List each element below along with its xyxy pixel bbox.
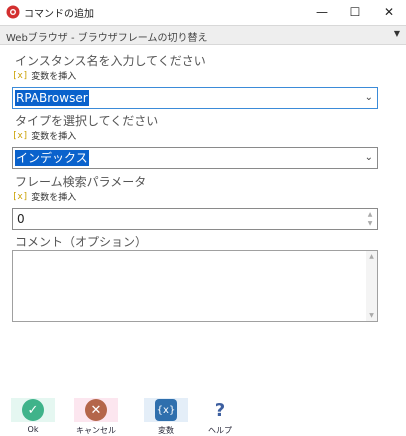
- comment-scrollbar[interactable]: ▲ ▼: [366, 251, 377, 321]
- insert-variable-link-type[interactable]: [x] 変数を挿入: [12, 129, 77, 143]
- cancel-button-highlight: ✕: [74, 398, 118, 422]
- insert-variable-link-instance[interactable]: [x] 変数を挿入: [12, 69, 77, 83]
- frame-search-label: フレーム検索パラメータ: [15, 175, 147, 189]
- cancel-button[interactable]: ✕ キャンセル: [74, 398, 118, 436]
- close-icon: ✕: [85, 399, 107, 421]
- spin-up-icon[interactable]: ▲: [365, 210, 375, 219]
- insert-variable-label: 変数を挿入: [31, 72, 77, 82]
- frame-search-value: 0: [17, 212, 25, 226]
- variable-icon: [x]: [12, 191, 29, 202]
- title-bar: コマンドの追加 — ☐ ✕: [0, 0, 406, 24]
- type-value: インデックス: [15, 150, 89, 166]
- insert-variable-label: 変数を挿入: [31, 132, 77, 142]
- frame-search-input[interactable]: 0 ▲ ▼: [12, 208, 378, 230]
- insert-variable-link-frame[interactable]: [x] 変数を挿入: [12, 190, 77, 204]
- close-button[interactable]: ✕: [373, 0, 405, 24]
- variable-icon: [x]: [12, 130, 29, 141]
- chevron-down-icon[interactable]: ⌄: [365, 92, 373, 103]
- app-logo-icon: [6, 5, 20, 19]
- minimize-button[interactable]: —: [306, 0, 338, 24]
- scroll-up-icon[interactable]: ▲: [366, 253, 377, 260]
- scroll-down-icon[interactable]: ▼: [366, 312, 377, 319]
- ok-button-highlight: ✓: [11, 398, 55, 422]
- maximize-button[interactable]: ☐: [339, 0, 371, 24]
- variable-label: 変数: [158, 426, 174, 435]
- comment-label: コメント（オプション）: [15, 235, 148, 249]
- type-combobox[interactable]: インデックス ⌄: [12, 147, 378, 169]
- chevron-down-icon[interactable]: ⌄: [365, 152, 373, 163]
- help-button-highlight: ?: [198, 398, 242, 422]
- instance-name-combobox[interactable]: RPABrowser ⌄: [12, 87, 378, 109]
- window-title: コマンドの追加: [24, 9, 94, 20]
- check-icon: ✓: [22, 399, 44, 421]
- help-label: ヘルプ: [208, 426, 232, 435]
- variable-icon: [x]: [12, 70, 29, 81]
- cancel-label: キャンセル: [76, 426, 116, 435]
- command-category-select[interactable]: Webブラウザ - ブラウザフレームの切り替え ▼: [0, 25, 406, 45]
- variable-icon: {x}: [155, 399, 177, 421]
- help-icon: ?: [214, 399, 226, 421]
- command-category-label: Webブラウザ - ブラウザフレームの切り替え: [6, 33, 208, 44]
- spin-down-icon[interactable]: ▼: [365, 219, 375, 228]
- insert-variable-label: 変数を挿入: [31, 193, 77, 203]
- chevron-down-icon[interactable]: ▼: [394, 29, 400, 38]
- instance-name-label: インスタンス名を入力してください: [15, 54, 206, 68]
- ok-label: Ok: [27, 425, 39, 434]
- variable-button-highlight: {x}: [144, 398, 188, 422]
- help-button[interactable]: ? ヘルプ: [198, 398, 242, 436]
- type-label: タイプを選択してください: [15, 114, 159, 128]
- ok-button[interactable]: ✓ Ok: [11, 398, 55, 434]
- variable-button[interactable]: {x} 変数: [144, 398, 188, 436]
- instance-name-value: RPABrowser: [15, 90, 89, 106]
- comment-textarea[interactable]: ▲ ▼: [12, 250, 378, 322]
